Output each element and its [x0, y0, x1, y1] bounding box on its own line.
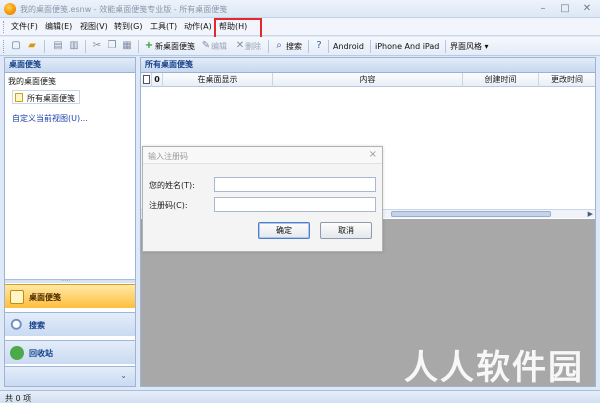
recycle-icon: [10, 346, 24, 360]
dialog-title: 输入注册码: [148, 152, 188, 161]
column-modified[interactable]: 更改时间: [539, 73, 595, 87]
toolbar-grip: [3, 40, 6, 53]
cancel-button[interactable]: 取消: [320, 222, 372, 239]
item-count: 共 0 项: [5, 394, 32, 403]
menu-actions[interactable]: 动作(A): [184, 20, 212, 34]
scroll-right-icon[interactable]: ▶: [588, 210, 593, 218]
column-content[interactable]: 内容: [273, 73, 463, 87]
toolbar: ▢ ▰ ▤ ▥ ✂ ❐ ▦ + 新桌面便笺 ✎ 编辑 ✕ 删除 ⌕ 搜索 ? A…: [0, 37, 600, 56]
open-folder-icon[interactable]: ▰: [26, 40, 38, 52]
name-label: 您的姓名(T):: [149, 181, 195, 190]
dialog-titlebar: 输入注册码 ×: [143, 147, 382, 164]
search-icon: ⌕: [276, 40, 282, 51]
sidebar-header: 桌面便笺: [5, 58, 135, 73]
note-icon: [10, 290, 24, 304]
search-button[interactable]: 搜索: [286, 40, 302, 53]
column-doc[interactable]: [141, 73, 152, 87]
nav-recycle-button[interactable]: 回收站: [5, 340, 135, 364]
column-attachment[interactable]: 0: [152, 73, 163, 87]
new-note-button[interactable]: 新桌面便笺: [155, 40, 195, 53]
menu-view[interactable]: 视图(V): [80, 20, 108, 34]
note-icon: [15, 93, 23, 102]
app-icon: [4, 3, 16, 15]
code-label: 注册码(C):: [149, 201, 188, 210]
main-header: 所有桌面便笺: [141, 58, 595, 73]
cut-icon[interactable]: ✂: [91, 40, 103, 52]
android-button[interactable]: Android: [333, 40, 364, 53]
maximize-button[interactable]: □: [554, 1, 576, 16]
column-show-on-desktop[interactable]: 在桌面显示: [163, 73, 273, 87]
iphone-ipad-button[interactable]: iPhone And iPad: [375, 40, 439, 53]
add-icon: +: [144, 40, 154, 51]
code-input[interactable]: [214, 197, 376, 212]
custom-view-link[interactable]: 自定义当前视图(U)...: [12, 113, 88, 124]
menu-bar: 文件(F) 编辑(E) 视图(V) 转到(G) 工具(T) 动作(A) 帮助(H…: [0, 18, 600, 36]
dialog-close-icon[interactable]: ×: [369, 149, 377, 160]
nav-recycle-label: 回收站: [29, 349, 53, 358]
menu-grip: [3, 21, 6, 33]
search-icon: [10, 318, 24, 332]
column-header-row: 0 在桌面显示 内容 创建时间 更改时间: [141, 73, 595, 87]
title-bar: 我的桌面便笺.esnw - 效能桌面便笺专业版 - 所有桌面便笺 – □ ✕: [0, 0, 600, 18]
ok-button[interactable]: 确定: [258, 222, 310, 239]
name-input[interactable]: [214, 177, 376, 192]
tree-item-all-notes[interactable]: 所有桌面便笺: [12, 90, 80, 104]
nav-notes-button[interactable]: 桌面便笺: [5, 284, 135, 308]
nav-notes-label: 桌面便笺: [29, 293, 61, 302]
edit-button[interactable]: 编辑: [211, 40, 227, 53]
skin-dropdown[interactable]: 界面风格 ▾: [450, 40, 489, 53]
nav-search-button[interactable]: 搜索: [5, 312, 135, 336]
help-icon[interactable]: ?: [313, 40, 325, 52]
new-file-icon[interactable]: ▢: [10, 40, 22, 52]
menu-goto[interactable]: 转到(G): [114, 20, 142, 34]
menu-file[interactable]: 文件(F): [11, 20, 38, 34]
column-created[interactable]: 创建时间: [463, 73, 539, 87]
nav-search-label: 搜索: [29, 321, 45, 330]
minimize-button[interactable]: –: [532, 1, 554, 16]
chevron-down-icon: ⌄: [120, 371, 127, 380]
scrollbar-thumb[interactable]: [391, 211, 551, 217]
delete-button[interactable]: 删除: [245, 40, 261, 53]
sidebar-splitter[interactable]: ·····: [5, 279, 135, 285]
menu-edit[interactable]: 编辑(E): [45, 20, 72, 34]
print-preview-icon[interactable]: ▥: [68, 40, 80, 52]
sidebar: 桌面便笺 我的桌面便笺 所有桌面便笺 自定义当前视图(U)... ····· 桌…: [4, 57, 136, 387]
document-icon: [142, 75, 150, 84]
close-button[interactable]: ✕: [576, 1, 598, 16]
print-icon[interactable]: ▤: [52, 40, 64, 52]
tree-root-my-notes[interactable]: 我的桌面便笺: [8, 76, 56, 87]
watermark: 人人软件园: [404, 348, 584, 388]
window-title: 我的桌面便笺.esnw - 效能桌面便笺专业版 - 所有桌面便笺: [20, 5, 228, 14]
copy-icon[interactable]: ❐: [106, 40, 118, 52]
tree-item-label: 所有桌面便笺: [27, 94, 75, 103]
nav-footer[interactable]: ⌄: [5, 366, 135, 386]
status-bar: 共 0 项: [0, 390, 600, 403]
registration-dialog: 输入注册码 × 您的姓名(T): 注册码(C): 确定 取消: [142, 146, 383, 252]
paste-icon[interactable]: ▦: [121, 40, 133, 52]
menu-tools[interactable]: 工具(T): [150, 20, 177, 34]
